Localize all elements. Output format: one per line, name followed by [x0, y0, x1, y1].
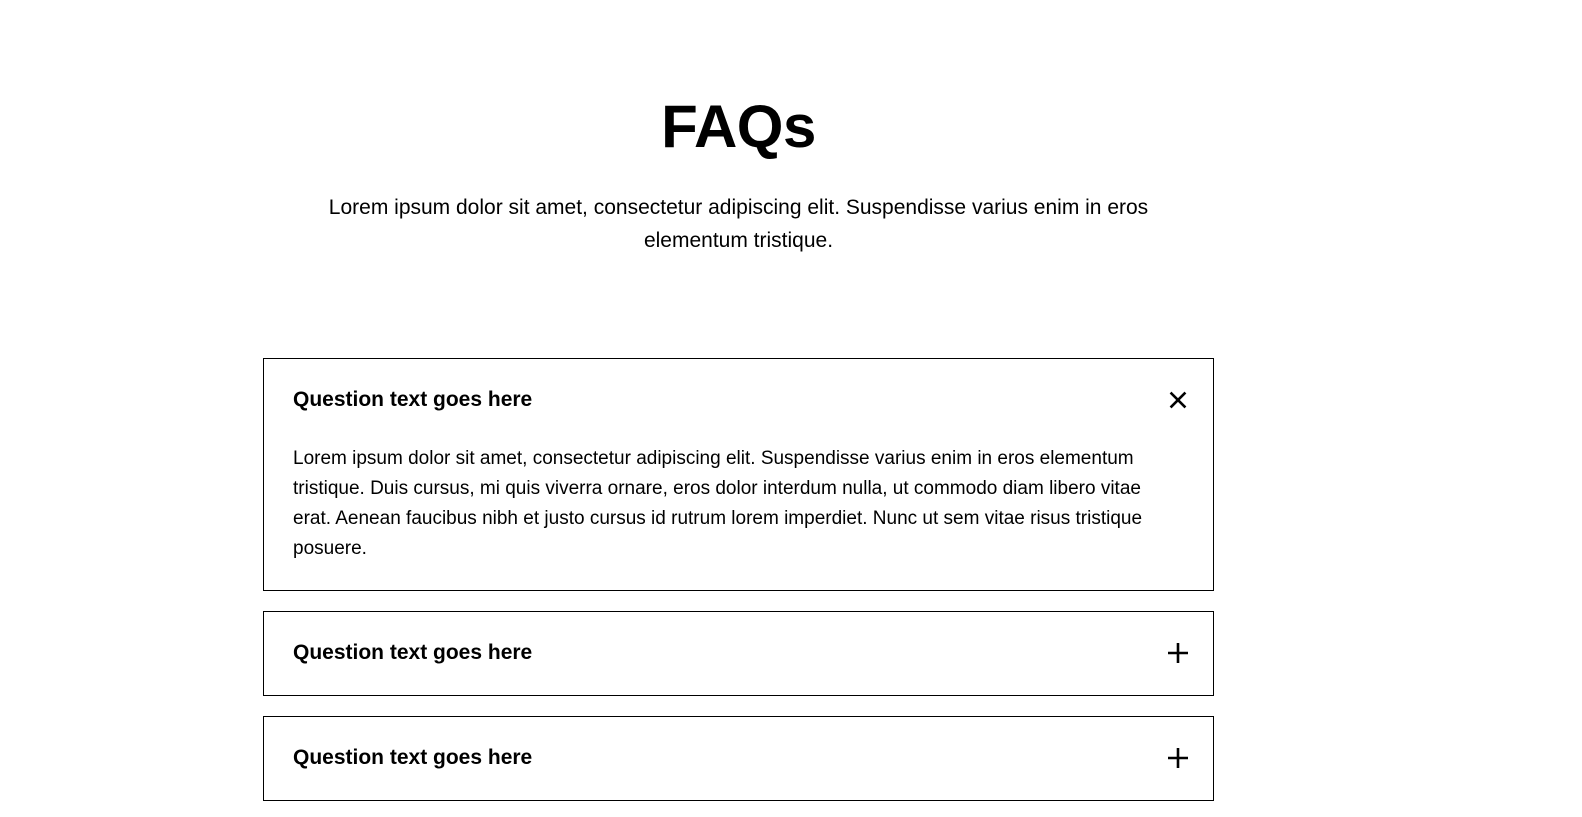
faq-item-1: Question text goes here Lorem ipsum dolo… — [263, 358, 1214, 591]
faq-question-2: Question text goes here — [293, 641, 533, 664]
plus-icon[interactable] — [1163, 638, 1193, 668]
faq-page: FAQs Lorem ipsum dolor sit amet, consect… — [0, 0, 1582, 817]
faq-toggle-3[interactable]: Question text goes here — [264, 717, 1213, 799]
faq-question-1: Question text goes here — [293, 388, 533, 411]
close-icon[interactable] — [1163, 385, 1193, 415]
faq-answer-1: Lorem ipsum dolor sit amet, consectetur … — [293, 448, 1143, 559]
faq-toggle-1[interactable]: Question text goes here — [264, 359, 1213, 442]
faq-item-2: Question text goes here — [263, 611, 1214, 696]
faq-list: Question text goes here Lorem ipsum dolo… — [263, 358, 1214, 817]
plus-icon[interactable] — [1163, 743, 1193, 773]
faq-item-3: Question text goes here — [263, 716, 1214, 801]
faq-toggle-2[interactable]: Question text goes here — [264, 612, 1213, 694]
page-title: FAQs — [661, 93, 816, 160]
faq-question-3: Question text goes here — [293, 746, 533, 769]
page-intro: Lorem ipsum dolor sit amet, consectetur … — [328, 196, 1149, 252]
